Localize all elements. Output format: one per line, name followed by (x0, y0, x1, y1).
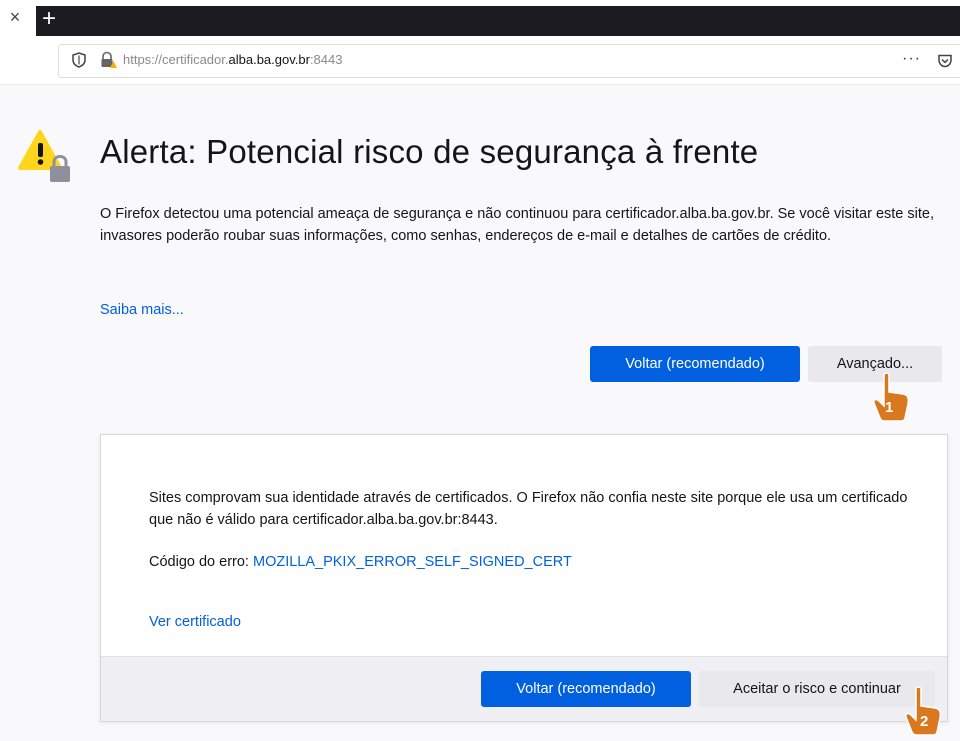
url-prefix: https://certificador. (123, 52, 229, 67)
error-code-line: Código do erro: MOZILLA_PKIX_ERROR_SELF_… (149, 554, 572, 570)
advanced-panel: Sites comprovam sua identidade através d… (100, 434, 948, 722)
warning-icon (18, 130, 70, 182)
nav-bar: https://certificador.alba.ba.gov.br:8443… (0, 36, 960, 85)
page-actions-icon[interactable]: ··· (902, 50, 921, 68)
page-title: Alerta: Potencial risco de segurança à f… (100, 133, 759, 170)
certificate-explanation: Sites comprovam sua identidade através d… (149, 490, 908, 528)
tab-bar: + (36, 4, 960, 36)
step-number-1: 1 (885, 399, 894, 416)
url-text: https://certificador.alba.ba.gov.br:8443 (123, 52, 342, 67)
error-code-link[interactable]: MOZILLA_PKIX_ERROR_SELF_SIGNED_CERT (253, 554, 572, 570)
url-port: :8443 (309, 52, 343, 67)
new-tab-icon[interactable]: + (42, 4, 56, 34)
insecure-lock-icon[interactable] (99, 51, 117, 69)
hand-pointer-icon: 1 (870, 372, 914, 422)
learn-more-link[interactable]: Saiba mais... (100, 302, 184, 318)
advanced-panel-footer: Voltar (recomendado) Aceitar o risco e c… (101, 656, 947, 721)
hand-pointer-icon: 2 (902, 686, 946, 736)
close-tab-icon[interactable]: × (6, 8, 24, 26)
error-code-label: Código do erro: (149, 554, 253, 570)
accept-risk-button[interactable]: Aceitar o risco e continuar (699, 671, 935, 707)
error-description: O Firefox detectou uma potencial ameaça … (100, 206, 934, 244)
url-domain: alba.ba.gov.br (228, 52, 310, 67)
shield-icon[interactable] (71, 52, 87, 68)
pocket-icon[interactable] (937, 53, 953, 69)
go-back-button-secondary[interactable]: Voltar (recomendado) (481, 671, 691, 707)
view-certificate-link[interactable]: Ver certificado (149, 614, 241, 630)
step-number-2: 2 (920, 713, 929, 730)
tab-strip: × + (0, 0, 960, 36)
go-back-button[interactable]: Voltar (recomendado) (590, 346, 800, 382)
url-bar[interactable]: https://certificador.alba.ba.gov.br:8443… (58, 44, 960, 78)
